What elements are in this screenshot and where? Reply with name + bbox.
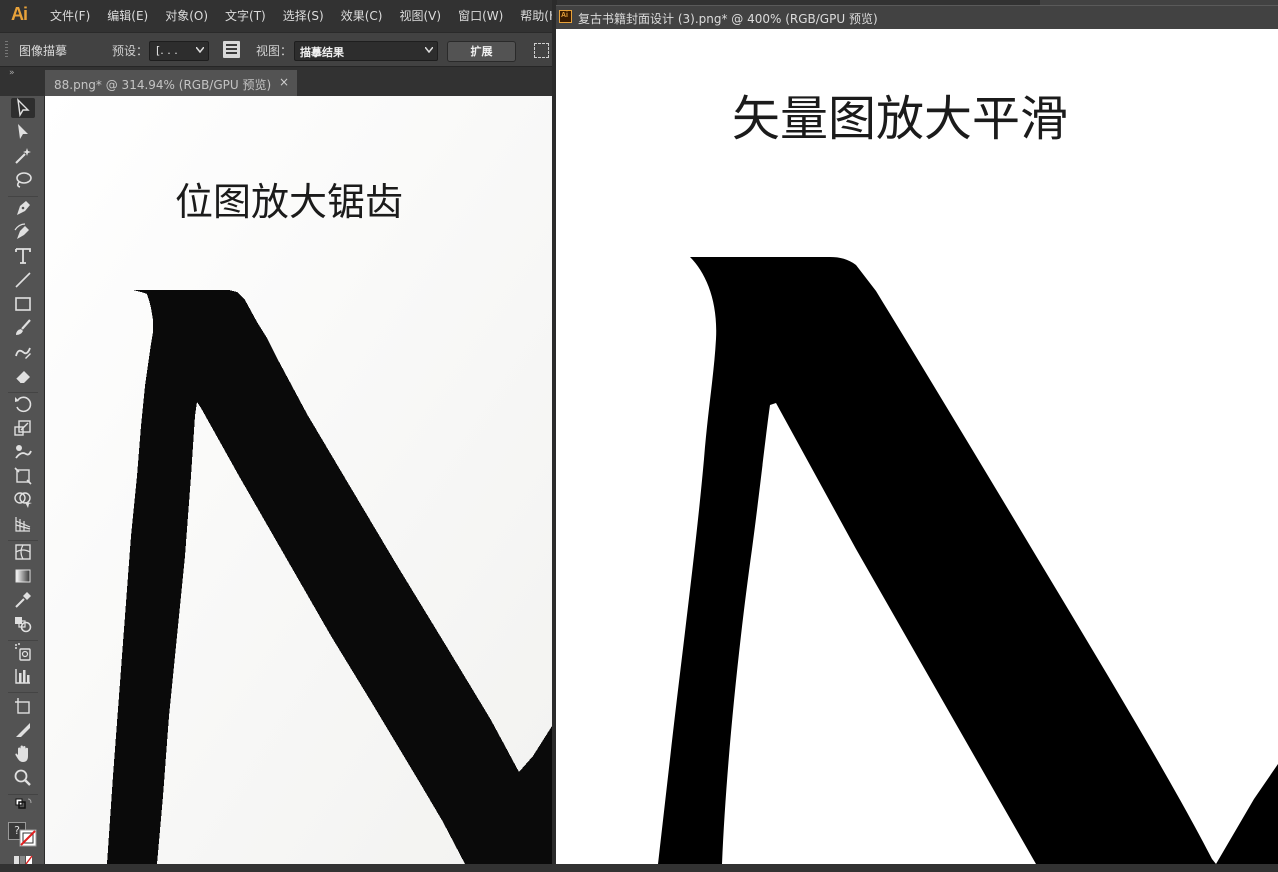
menu-bar: Ai 文件(F) 编辑(E) 对象(O) 文字(T) 选择(S) 效果(C) 视… <box>0 0 558 32</box>
menu-select[interactable]: 选择(S) <box>283 0 324 32</box>
document-tab-title: 88.png* @ 314.94% (RGB/GPU 预览) <box>54 78 272 92</box>
bitmap-caption: 位图放大锯齿 <box>175 180 404 224</box>
line-segment-tool-icon[interactable] <box>11 270 35 290</box>
file-icon-label: Ai <box>561 12 568 19</box>
puppet-warp-tool-icon[interactable] <box>11 442 35 462</box>
symbol-sprayer-tool-icon[interactable] <box>11 642 35 662</box>
vector-letter-n-artwork <box>658 257 1278 864</box>
type-tool-icon[interactable] <box>11 246 35 266</box>
selection-tool-icon[interactable] <box>11 98 35 118</box>
column-graph-tool-icon[interactable] <box>11 666 35 686</box>
image-trace-label: 图像描摹 <box>19 44 68 58</box>
shape-builder-tool-icon[interactable] <box>11 490 35 510</box>
mesh-tool-icon[interactable] <box>11 542 35 562</box>
window-title: 复古书籍封面设计 (3).png* @ 400% (RGB/GPU 预览) <box>578 12 878 26</box>
close-icon[interactable]: × <box>279 75 289 89</box>
app-logo: Ai <box>11 4 28 24</box>
control-bar: 图像描摹 预设： [. . . 视图： 描摹结果 扩展 <box>0 32 556 67</box>
eraser-tool-icon[interactable] <box>11 366 35 386</box>
shaper-tool-icon[interactable] <box>11 342 35 362</box>
left-document-canvas[interactable]: 位图放大锯齿 <box>45 96 552 864</box>
lasso-tool-icon[interactable] <box>11 170 35 190</box>
vector-caption: 矢量图放大平滑 <box>732 91 1069 147</box>
preset-label: 预设： <box>112 44 149 58</box>
artboard-tool-icon[interactable] <box>11 696 35 716</box>
menu-items: 文件(F) 编辑(E) 对象(O) 文字(T) 选择(S) 效果(C) 视图(V… <box>50 0 575 32</box>
pen-tool-icon[interactable] <box>11 198 35 218</box>
color-mode-icons[interactable] <box>11 852 35 872</box>
preset-value: [. . . <box>156 44 178 57</box>
vector-document-window: Ai 复古书籍封面设计 (3).png* @ 400% (RGB/GPU 预览)… <box>556 5 1278 864</box>
free-transform-tool-icon[interactable] <box>11 466 35 486</box>
menu-effect[interactable]: 效果(C) <box>341 0 383 32</box>
chevron-down-icon <box>425 47 433 53</box>
menu-type[interactable]: 文字(T) <box>225 0 266 32</box>
tools-panel: ? <box>0 96 45 865</box>
view-value: 描摹结果 <box>300 46 344 59</box>
illustrator-file-icon: Ai <box>559 10 572 23</box>
scale-tool-icon[interactable] <box>11 418 35 438</box>
right-document-canvas[interactable]: 矢量图放大平滑 <box>556 29 1278 864</box>
paintbrush-tool-icon[interactable] <box>11 318 35 338</box>
view-dropdown[interactable]: 描摹结果 <box>294 41 438 61</box>
rotate-tool-icon[interactable] <box>11 394 35 414</box>
preset-dropdown[interactable]: [. . . <box>149 41 209 61</box>
zoom-tool-icon[interactable] <box>11 768 35 788</box>
menu-object[interactable]: 对象(O) <box>165 0 208 32</box>
direct-selection-tool-icon[interactable] <box>11 122 35 142</box>
curvature-tool-icon[interactable] <box>11 222 35 242</box>
gradient-tool-icon[interactable] <box>11 566 35 586</box>
magic-wand-tool-icon[interactable] <box>11 146 35 166</box>
slice-tool-icon[interactable] <box>11 720 35 740</box>
menu-file[interactable]: 文件(F) <box>50 0 90 32</box>
default-fill-stroke-icon[interactable] <box>11 796 35 816</box>
menu-view[interactable]: 视图(V) <box>399 0 441 32</box>
collapse-toolbar-icon[interactable]: » <box>9 68 14 78</box>
chevron-down-icon <box>196 47 204 53</box>
menu-edit[interactable]: 编辑(E) <box>107 0 148 32</box>
image-trace-panel-icon[interactable] <box>223 41 240 58</box>
panel-grip[interactable] <box>5 41 8 59</box>
document-tab-strip: » 88.png* @ 314.94% (RGB/GPU 预览) × <box>0 66 556 97</box>
select-area-icon[interactable] <box>534 43 549 58</box>
hand-tool-icon[interactable] <box>11 744 35 764</box>
perspective-grid-tool-icon[interactable] <box>11 514 35 534</box>
window-title-bar[interactable]: Ai 复古书籍封面设计 (3).png* @ 400% (RGB/GPU 预览) <box>556 5 1278 30</box>
eyedropper-tool-icon[interactable] <box>11 590 35 610</box>
fill-stroke-swatch[interactable]: ? <box>7 820 39 848</box>
view-label: 视图： <box>256 44 293 58</box>
rectangle-tool-icon[interactable] <box>11 294 35 314</box>
document-tab[interactable]: 88.png* @ 314.94% (RGB/GPU 预览) × <box>45 70 297 97</box>
blend-tool-icon[interactable] <box>11 614 35 634</box>
expand-button[interactable]: 扩展 <box>447 41 516 62</box>
menu-window[interactable]: 窗口(W) <box>458 0 503 32</box>
stroke-none-icon <box>19 829 37 847</box>
